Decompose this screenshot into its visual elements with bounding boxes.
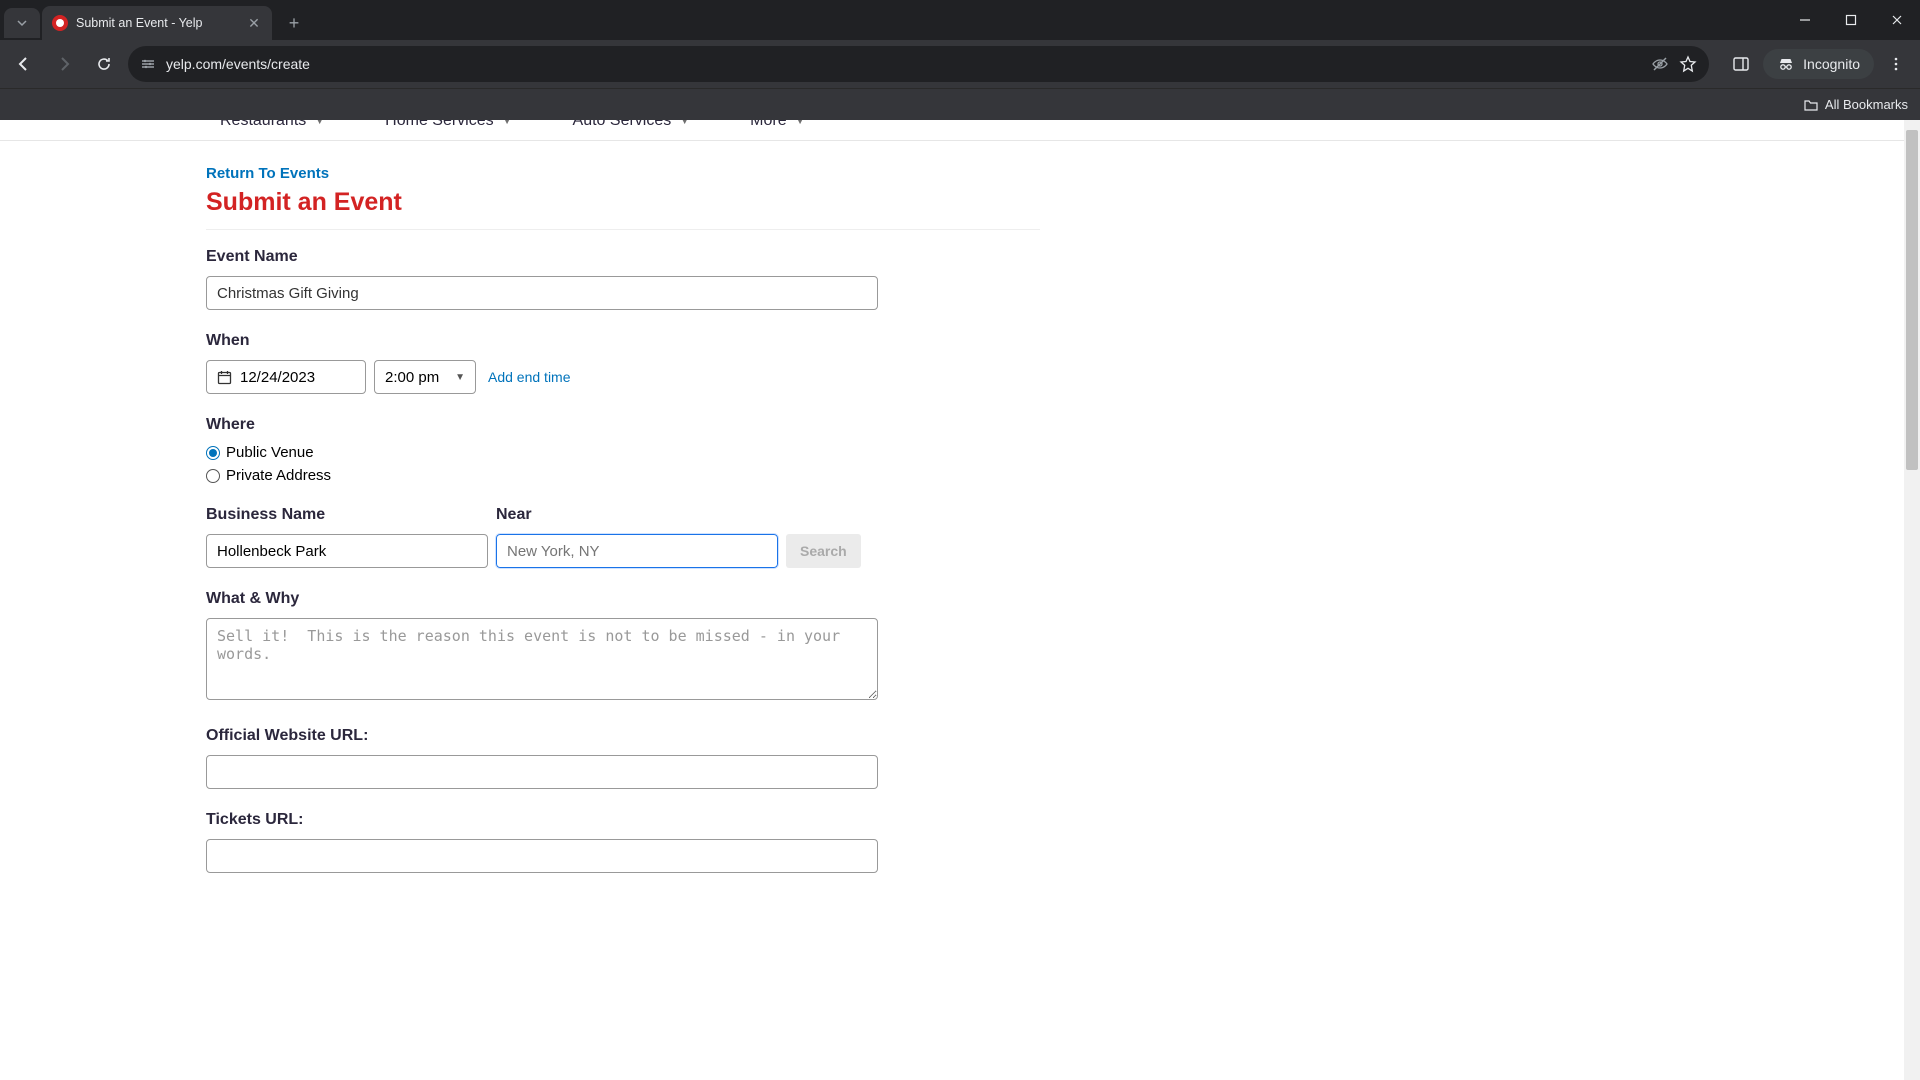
when-group: When 12/24/2023 2:00 pm ▼ Add end time	[206, 332, 1240, 394]
window-controls	[1782, 0, 1920, 40]
url-text: yelp.com/events/create	[166, 56, 1641, 72]
content: Return To Events Submit an Event Event N…	[0, 141, 1240, 873]
nav-auto-services[interactable]: Auto Services▼	[573, 120, 691, 130]
nav-home-services[interactable]: Home Services▼	[385, 120, 512, 130]
what-why-textarea[interactable]	[206, 618, 878, 700]
nav-more[interactable]: More▼	[750, 120, 805, 130]
incognito-icon	[1777, 55, 1795, 73]
date-input[interactable]: 12/24/2023	[206, 360, 366, 394]
scrollbar[interactable]	[1904, 120, 1920, 1080]
titlebar: Submit an Event - Yelp ✕ +	[0, 0, 1920, 40]
browser-tab[interactable]: Submit an Event - Yelp ✕	[42, 6, 272, 40]
when-label: When	[206, 332, 1240, 350]
site-settings-icon[interactable]	[140, 56, 156, 72]
all-bookmarks-label: All Bookmarks	[1825, 97, 1908, 112]
business-search-row: Business Name Near Search	[206, 506, 1240, 568]
event-name-group: Event Name	[206, 248, 1240, 310]
event-name-label: Event Name	[206, 248, 1240, 266]
page-title: Submit an Event	[206, 188, 1240, 217]
back-button[interactable]	[8, 48, 40, 80]
browser-toolbar: yelp.com/events/create Incognito	[0, 40, 1920, 88]
private-address-radio[interactable]: Private Address	[206, 467, 1240, 484]
browser-chrome: Submit an Event - Yelp ✕ + yelp.com/even…	[0, 0, 1920, 120]
close-window-button[interactable]	[1874, 0, 1920, 40]
close-tab-button[interactable]: ✕	[246, 15, 262, 31]
incognito-label: Incognito	[1803, 56, 1860, 72]
radio-icon	[206, 446, 220, 460]
time-value: 2:00 pm	[385, 369, 439, 386]
tickets-url-label: Tickets URL:	[206, 811, 1240, 829]
page-viewport: Restaurants▼ Home Services▼ Auto Service…	[0, 120, 1920, 1080]
tab-search-button[interactable]	[4, 8, 40, 38]
address-bar[interactable]: yelp.com/events/create	[128, 46, 1709, 82]
side-panel-icon[interactable]	[1725, 48, 1757, 80]
business-name-label: Business Name	[206, 506, 488, 524]
private-address-label: Private Address	[226, 467, 331, 484]
chevron-down-icon: ▼	[795, 120, 806, 127]
tab-title: Submit an Event - Yelp	[76, 16, 238, 30]
return-to-events-link[interactable]: Return To Events	[206, 165, 329, 182]
business-name-input[interactable]	[206, 534, 488, 568]
new-tab-button[interactable]: +	[280, 9, 308, 37]
near-label: Near	[496, 506, 778, 524]
chevron-down-icon: ▼	[455, 372, 465, 383]
incognito-badge[interactable]: Incognito	[1763, 49, 1874, 79]
radio-icon	[206, 469, 220, 483]
category-nav: Restaurants▼ Home Services▼ Auto Service…	[0, 120, 1920, 141]
website-url-input[interactable]	[206, 755, 878, 789]
time-select[interactable]: 2:00 pm ▼	[374, 360, 476, 394]
tickets-url-group: Tickets URL:	[206, 811, 1240, 873]
chevron-down-icon: ▼	[502, 120, 513, 127]
chevron-down-icon: ▼	[314, 120, 325, 127]
add-end-time-link[interactable]: Add end time	[488, 369, 571, 385]
minimize-button[interactable]	[1782, 0, 1828, 40]
reload-button[interactable]	[88, 48, 120, 80]
all-bookmarks-link[interactable]: All Bookmarks	[1803, 97, 1908, 113]
calendar-icon	[217, 370, 232, 385]
near-input[interactable]	[496, 534, 778, 568]
page-wrap: Restaurants▼ Home Services▼ Auto Service…	[0, 120, 1920, 873]
event-name-input[interactable]	[206, 276, 878, 310]
bookmark-star-icon[interactable]	[1679, 55, 1697, 73]
nav-restaurants[interactable]: Restaurants▼	[220, 120, 325, 130]
public-venue-label: Public Venue	[226, 444, 314, 461]
search-button[interactable]: Search	[786, 534, 861, 568]
what-why-label: What & Why	[206, 590, 1240, 608]
scrollbar-thumb[interactable]	[1906, 130, 1918, 470]
maximize-button[interactable]	[1828, 0, 1874, 40]
forward-button[interactable]	[48, 48, 80, 80]
divider	[206, 229, 1040, 230]
chevron-down-icon: ▼	[679, 120, 690, 127]
website-url-label: Official Website URL:	[206, 727, 1240, 745]
tickets-url-input[interactable]	[206, 839, 878, 873]
date-value: 12/24/2023	[240, 369, 315, 386]
browser-menu-button[interactable]	[1880, 48, 1912, 80]
folder-icon	[1803, 97, 1819, 113]
eye-off-icon[interactable]	[1651, 55, 1669, 73]
yelp-favicon	[52, 15, 68, 31]
where-label: Where	[206, 416, 1240, 434]
chevron-down-icon	[16, 17, 28, 29]
website-url-group: Official Website URL:	[206, 727, 1240, 789]
where-group: Where Public Venue Private Address	[206, 416, 1240, 484]
public-venue-radio[interactable]: Public Venue	[206, 444, 1240, 461]
bookmarks-bar: All Bookmarks	[0, 88, 1920, 120]
what-why-group: What & Why	[206, 590, 1240, 705]
